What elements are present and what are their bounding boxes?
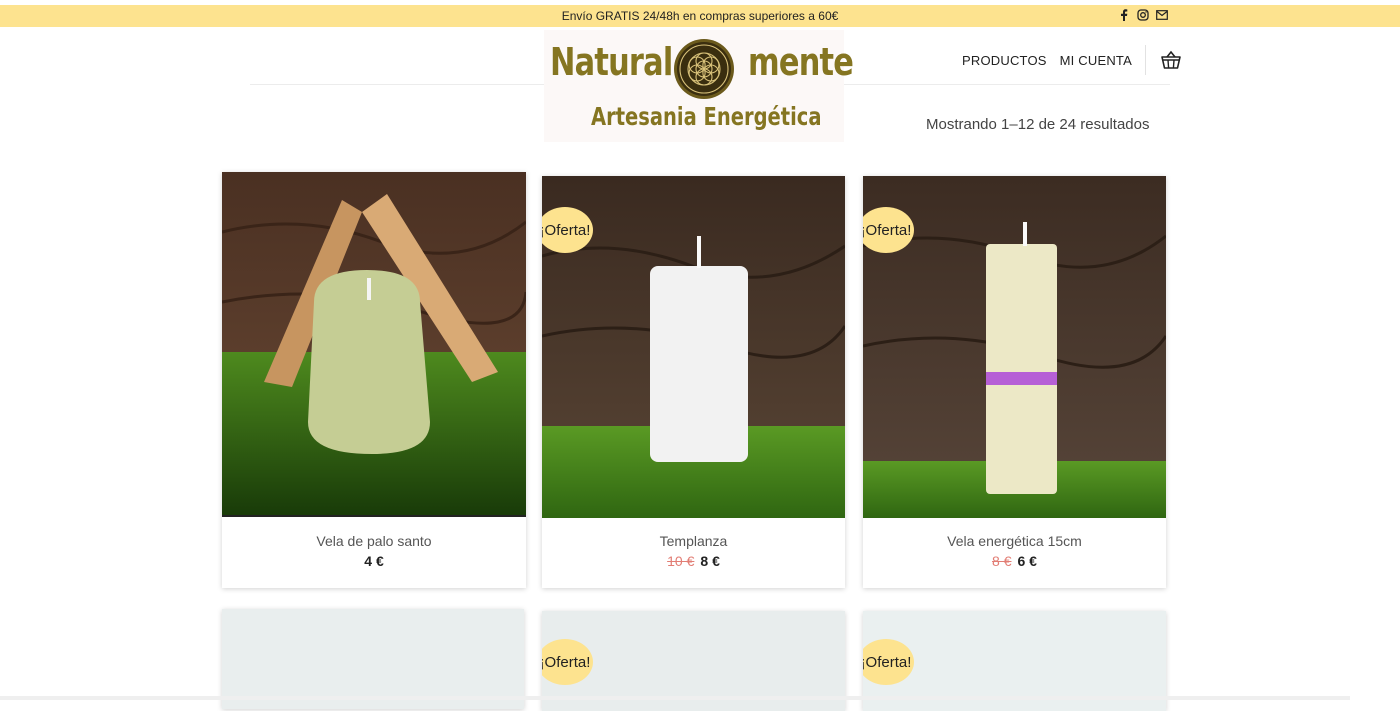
basket-icon[interactable]	[1160, 49, 1182, 71]
product-title[interactable]: Vela de palo santo	[222, 533, 526, 549]
nav-mi-cuenta[interactable]: MI CUENTA	[1060, 53, 1132, 68]
product-card[interactable]: Vela de palo santo 4 €	[222, 172, 526, 588]
product-image[interactable]	[222, 609, 524, 709]
top-announcement-bar: Envío GRATIS 24/48h en compras superiore…	[0, 5, 1400, 27]
result-count: Mostrando 1–12 de 24 resultados	[926, 116, 1150, 133]
logo-subtitle: Artesania Energética	[591, 102, 822, 131]
nav-divider	[1144, 45, 1146, 75]
horizontal-scrollbar[interactable]	[0, 696, 1350, 700]
product-title[interactable]: Vela energética 15cm	[863, 533, 1166, 549]
old-price: 10 €	[667, 553, 695, 569]
product-price: 10 € 8 €	[542, 553, 845, 569]
current-price: 8 €	[700, 553, 720, 569]
social-links	[1118, 8, 1168, 22]
product-card[interactable]	[222, 609, 524, 709]
instagram-icon[interactable]	[1137, 8, 1149, 22]
logo-word-left: Natural	[550, 40, 673, 84]
main-nav: PRODUCTOS MI CUENTA	[962, 45, 1182, 75]
product-price: 4 €	[222, 553, 526, 569]
current-price: 6 €	[1017, 553, 1037, 569]
product-image-palo-santo-candle[interactable]	[222, 172, 526, 517]
nav-productos[interactable]: PRODUCTOS	[962, 53, 1047, 68]
site-logo[interactable]: Natural mente Artesania Energética	[544, 30, 854, 142]
old-price: 8 €	[992, 553, 1012, 569]
logo-word-right: mente	[748, 40, 854, 84]
flower-of-life-icon	[674, 39, 734, 99]
product-title[interactable]: Templanza	[542, 533, 845, 549]
product-price: 8 € 6 €	[863, 553, 1166, 569]
shipping-message: Envío GRATIS 24/48h en compras superiore…	[561, 9, 839, 23]
current-price: 4 €	[364, 553, 384, 569]
product-card[interactable]: ¡Oferta! Vela energética 15cm 8 €6 €	[863, 176, 1166, 588]
product-card[interactable]: ¡Oferta! Templanza 10 €8 €	[542, 176, 845, 588]
facebook-icon[interactable]	[1118, 8, 1130, 22]
mail-icon[interactable]	[1156, 8, 1168, 22]
